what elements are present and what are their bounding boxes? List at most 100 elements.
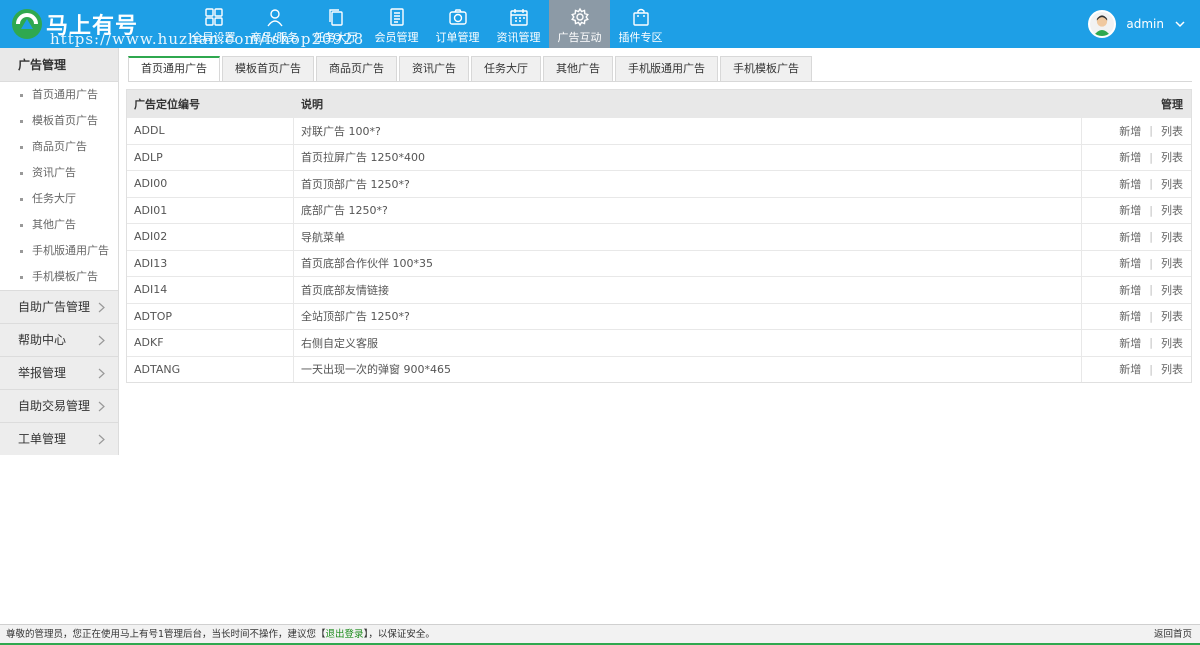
logo-mark-icon [12, 9, 42, 39]
sidebar-item[interactable]: 首页通用广告 [0, 82, 118, 108]
tab[interactable]: 手机版通用广告 [615, 56, 718, 82]
top-bar: 马上有号 https://www.huzhan.com/ishop20928 全… [0, 0, 1200, 48]
nav-label: 会员管理 [374, 31, 419, 44]
sidebar-group-label: 工单管理 [18, 432, 67, 446]
table-row: ADI02 导航菜单 新增 | 列表 [127, 223, 1191, 250]
bullet-icon [20, 145, 23, 149]
list-link[interactable]: 列表 [1161, 202, 1183, 218]
logo[interactable]: 马上有号 [10, 8, 138, 40]
sidebar-title: 广告管理 [0, 48, 118, 82]
add-link[interactable]: 新增 [1119, 229, 1141, 245]
nav-item-5[interactable]: 资讯管理 [488, 0, 549, 48]
logo-text: 马上有号 [46, 14, 139, 39]
chevron-right-icon [98, 368, 105, 379]
sidebar-item[interactable]: 手机版通用广告 [0, 238, 118, 264]
sidebar-item-label: 资讯广告 [32, 166, 76, 179]
add-link[interactable]: 新增 [1119, 361, 1141, 377]
table-row: ADLP 首页拉屏广告 1250*400 新增 | 列表 [127, 143, 1191, 171]
table-row: ADTANG 一天出现一次的弹窗 900*465 新增 | 列表 [127, 355, 1191, 382]
list-link[interactable]: 列表 [1161, 176, 1183, 192]
cell-desc: 首页顶部广告 1250*? [294, 171, 1082, 197]
cell-desc: 全站顶部广告 1250*? [294, 303, 1082, 329]
cell-manage: 新增 | 列表 [1082, 304, 1191, 330]
bullet-icon [20, 93, 23, 97]
sidebar-item[interactable]: 其他广告 [0, 212, 118, 238]
table-row: ADTOP 全站顶部广告 1250*? 新增 | 列表 [127, 302, 1191, 330]
tab[interactable]: 模板首页广告 [222, 56, 314, 82]
list-link[interactable]: 列表 [1161, 282, 1183, 298]
add-link[interactable]: 新增 [1119, 149, 1141, 165]
home-link[interactable]: 返回首页 [1154, 625, 1192, 644]
cell-desc: 底部广告 1250*? [294, 197, 1082, 223]
nav-item-4[interactable]: 订单管理 [427, 0, 488, 48]
add-link[interactable]: 新增 [1119, 282, 1141, 298]
cell-manage: 新增 | 列表 [1082, 251, 1191, 277]
nav-item-2[interactable]: 任务大厅 [305, 0, 366, 48]
table-row: ADI13 首页底部合作伙伴 100*35 新增 | 列表 [127, 249, 1191, 277]
table-row: ADDL 对联广告 100*? 新增 | 列表 [127, 117, 1191, 144]
tab[interactable]: 商品页广告 [316, 56, 397, 82]
cell-desc: 右侧自定义客服 [294, 330, 1082, 356]
tab[interactable]: 资讯广告 [399, 56, 469, 82]
sidebar-group[interactable]: 自助交易管理 [0, 389, 118, 422]
nav-item-7[interactable]: 插件专区 [610, 0, 671, 48]
sidebar-item[interactable]: 任务大厅 [0, 186, 118, 212]
tab[interactable]: 其他广告 [543, 56, 613, 82]
add-link[interactable]: 新增 [1119, 176, 1141, 192]
sidebar-group[interactable]: 工单管理 [0, 422, 118, 455]
sidebar-item[interactable]: 资讯广告 [0, 160, 118, 186]
nav-item-3[interactable]: 会员管理 [366, 0, 427, 48]
cell-manage: 新增 | 列表 [1082, 277, 1191, 303]
nav-item-0[interactable]: 全局设置 [183, 0, 244, 48]
list-link[interactable]: 列表 [1161, 229, 1183, 245]
add-link[interactable]: 新增 [1119, 308, 1141, 324]
logout-link[interactable]: 退出登录 [326, 629, 364, 640]
sidebar-group[interactable]: 帮助中心 [0, 323, 118, 356]
list-link[interactable]: 列表 [1161, 123, 1183, 139]
add-link[interactable]: 新增 [1119, 335, 1141, 351]
cell-manage: 新增 | 列表 [1082, 145, 1191, 171]
sidebar-item[interactable]: 商品页广告 [0, 134, 118, 160]
ad-position-table: 广告定位编号 说明 管理 ADDL 对联广告 100*? 新增 | 列表 ADLP 首页拉屏… [126, 89, 1192, 383]
tab-bar: 首页通用广告 模板首页广告 商品页广告 资讯广告 任务大厅 其他广告 手机版通用广告 手机模板… [128, 56, 814, 82]
sidebar-item[interactable]: 模板首页广告 [0, 108, 118, 134]
bullet-icon [20, 119, 23, 123]
list-link[interactable]: 列表 [1161, 308, 1183, 324]
sidebar-group[interactable]: 自助广告管理 [0, 290, 118, 323]
list-link[interactable]: 列表 [1161, 255, 1183, 271]
sidebar-item[interactable]: 手机模板广告 [0, 264, 118, 290]
list-link[interactable]: 列表 [1161, 335, 1183, 351]
cell-code: ADDL [127, 118, 294, 144]
table-row: ADI01 底部广告 1250*? 新增 | 列表 [127, 196, 1191, 223]
sidebar-group-label: 举报管理 [18, 366, 67, 380]
cell-desc: 首页底部合作伙伴 100*35 [294, 250, 1082, 276]
bullet-icon [20, 249, 23, 253]
action-separator: | [1149, 309, 1153, 323]
sidebar-item-label: 首页通用广告 [32, 88, 98, 101]
add-link[interactable]: 新增 [1119, 123, 1141, 139]
nav-item-1[interactable]: 商品/服务 [244, 0, 305, 48]
copy-icon [328, 9, 343, 26]
user-menu[interactable]: admin [1088, 10, 1186, 38]
cell-desc: 首页底部友情链接 [294, 277, 1082, 303]
list-link[interactable]: 列表 [1161, 149, 1183, 165]
footer-notice-end: 】，以保证安全。 [363, 629, 435, 640]
tab[interactable]: 手机模板广告 [720, 56, 812, 82]
bullet-icon [20, 197, 23, 201]
sidebar-item-label: 手机模板广告 [32, 270, 98, 283]
tab[interactable]: 首页通用广告 [128, 56, 220, 82]
add-link[interactable]: 新增 [1119, 255, 1141, 271]
action-separator: | [1149, 150, 1153, 164]
sidebar: 广告管理 首页通用广告模板首页广告 商品页广告资讯广告任务大厅 其他广告 手机版通用广… [0, 48, 119, 455]
nav-item-6[interactable]: 广告互动 [549, 0, 610, 48]
calendar-icon [509, 9, 528, 26]
tab[interactable]: 任务大厅 [471, 56, 541, 82]
list-link[interactable]: 列表 [1161, 361, 1183, 377]
add-link[interactable]: 新增 [1119, 202, 1141, 218]
action-separator: | [1149, 177, 1153, 191]
sidebar-group[interactable]: 举报管理 [0, 356, 118, 389]
nav-label: 全局设置 [191, 31, 236, 44]
footer-notice: 尊敬的管理员，您正在使用马上有号1管理后台，当长时间不操作，建议您【 [6, 629, 326, 640]
sidebar-group-label: 帮助中心 [18, 333, 67, 347]
action-separator: | [1149, 124, 1153, 138]
